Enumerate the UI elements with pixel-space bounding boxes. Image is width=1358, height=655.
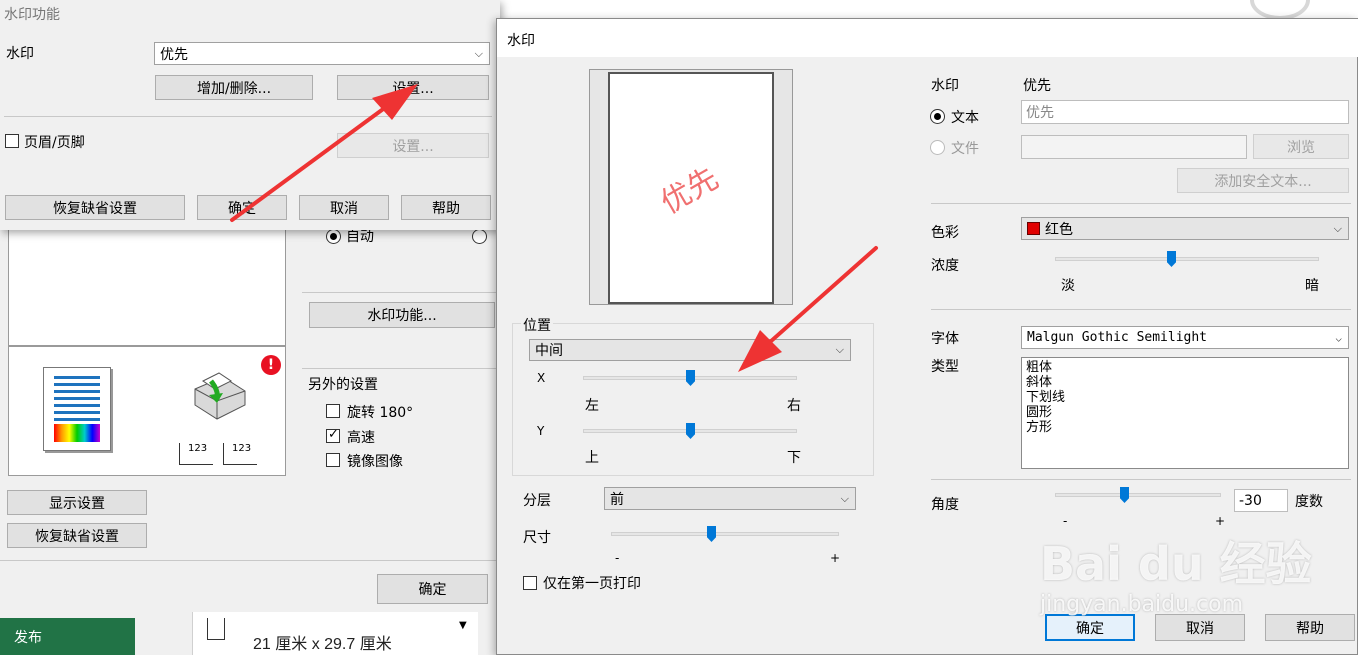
baidu-watermark-logo: Bai du 经验	[1040, 537, 1312, 591]
baidu-watermark-url: jingyan.baidu.com	[1040, 592, 1244, 617]
